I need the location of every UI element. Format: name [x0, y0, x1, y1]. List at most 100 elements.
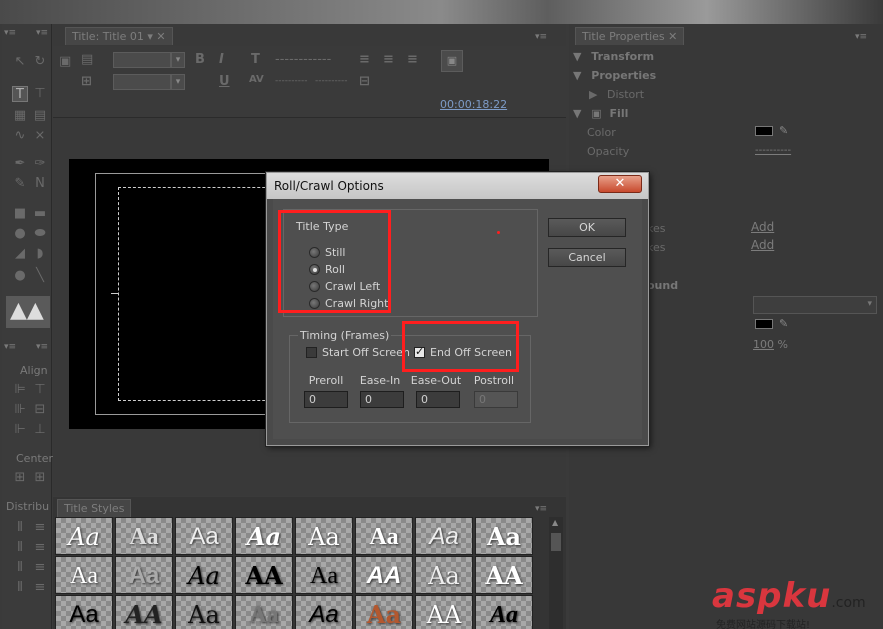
start-off-screen-checkbox[interactable] — [306, 347, 317, 358]
center-horizontal-icon[interactable]: ⊞ — [12, 470, 28, 486]
distribute-center-icon[interactable]: ⫴ — [12, 540, 28, 556]
style-swatch[interactable]: Aa — [235, 517, 293, 555]
fill-checkbox-icon[interactable]: ▣ — [591, 107, 601, 120]
eyedropper-icon[interactable]: ✎ — [779, 124, 788, 137]
rounded-rectangle-tool-icon[interactable]: ● — [12, 226, 28, 242]
style-swatch[interactable]: Aa — [235, 595, 293, 629]
style-swatch[interactable]: AA — [115, 595, 173, 629]
distribute-top-icon[interactable]: ≡ — [32, 520, 48, 536]
underline-icon[interactable]: U — [219, 74, 230, 89]
clipped-rectangle-tool-icon[interactable]: ▬ — [32, 206, 48, 222]
wedge-tool-icon[interactable]: ◢ — [12, 246, 28, 262]
chevron-down-icon[interactable]: ▾ — [171, 74, 185, 90]
italic-icon[interactable]: I — [219, 52, 224, 67]
path-type-tool-icon[interactable]: ∿ — [12, 128, 28, 144]
panel-menu-icon[interactable]: ▾≡ — [4, 342, 18, 352]
align-center-icon[interactable]: ⊪ — [12, 402, 28, 418]
postroll-input[interactable] — [474, 391, 518, 408]
font-family-select[interactable] — [113, 52, 171, 68]
styles-scrollbar[interactable]: ▲ — [549, 517, 563, 629]
new-title-icon[interactable]: ▣ — [59, 54, 71, 69]
style-swatch[interactable]: Aa — [55, 595, 113, 629]
add-inner-stroke-link[interactable]: Add — [751, 220, 774, 234]
rounded-corner-tool-icon[interactable]: ⬬ — [32, 226, 48, 242]
convert-anchor-tool-icon[interactable]: N — [32, 176, 48, 192]
vertical-area-type-tool-icon[interactable]: ▤ — [32, 108, 48, 124]
distribute-bottom-icon[interactable]: ≡ — [32, 560, 48, 576]
type-tool-icon[interactable]: T — [12, 86, 28, 102]
align-top-icon[interactable]: ⊤ — [32, 382, 48, 398]
fill-color-swatch[interactable] — [755, 126, 773, 136]
align-right-text-icon[interactable]: ≡ — [407, 52, 418, 67]
font-size-value-icon[interactable]: ------------ — [275, 52, 331, 67]
add-outer-stroke-link[interactable]: Add — [751, 238, 774, 252]
style-swatch[interactable]: Aa — [175, 556, 233, 594]
center-vertical-icon[interactable]: ⊞ — [32, 470, 48, 486]
distribute-right-icon[interactable]: ⫴ — [12, 560, 28, 576]
style-swatch[interactable]: Aa — [415, 517, 473, 555]
style-swatch[interactable]: Aa — [415, 556, 473, 594]
style-swatch[interactable]: Aa — [355, 595, 413, 629]
dialog-titlebar[interactable]: Roll/Crawl Options ✕ — [267, 173, 648, 199]
radio-crawl-left-button[interactable] — [309, 281, 320, 292]
align-center-text-icon[interactable]: ≡ — [383, 52, 394, 67]
radio-roll-button[interactable] — [309, 264, 320, 275]
timecode-display[interactable]: 00:00:18:22 — [440, 98, 507, 111]
shadow-opacity[interactable]: 100 % — [753, 338, 788, 351]
ease-in-input[interactable] — [360, 391, 404, 408]
ellipse-tool-icon[interactable]: ● — [12, 268, 28, 284]
roll-crawl-icon[interactable]: ▤ — [81, 52, 93, 67]
style-swatch[interactable]: AA — [355, 556, 413, 594]
shadow-opacity-value[interactable]: 100 — [753, 338, 774, 351]
add-anchor-tool-icon[interactable]: ✎ — [12, 176, 28, 192]
close-icon[interactable]: ✕ — [668, 30, 677, 43]
style-swatch[interactable]: Aa — [355, 517, 413, 555]
close-icon[interactable]: ✕ — [156, 30, 165, 43]
radio-crawl-right-button[interactable] — [309, 298, 320, 309]
opacity-value[interactable]: ---------- — [755, 145, 791, 156]
tab-stops-text-icon[interactable]: ⊟ — [359, 74, 370, 89]
transform-section[interactable]: ▼ Transform — [573, 50, 654, 63]
rectangle-tool-icon[interactable]: ■ — [12, 206, 28, 222]
end-off-screen-checkbox[interactable] — [414, 345, 425, 358]
selection-tool-icon[interactable]: ↖ — [12, 54, 28, 70]
font-style-select[interactable] — [113, 74, 171, 90]
align-left-icon[interactable]: ⊫ — [12, 382, 28, 398]
pen-tool-icon[interactable]: ✒ — [12, 156, 28, 172]
show-background-video-icon[interactable]: ▣ — [441, 50, 463, 72]
rotation-tool-icon[interactable]: ↻ — [32, 54, 48, 70]
chevron-down-icon[interactable]: ▾ — [147, 30, 153, 43]
fill-type-select[interactable]: ▾ — [753, 296, 877, 314]
distribute-left-icon[interactable]: ⫴ — [12, 520, 28, 536]
style-swatch[interactable]: Aa — [475, 517, 533, 555]
kerning-icon[interactable]: AV — [249, 74, 264, 85]
vertical-path-type-tool-icon[interactable]: ⨯ — [32, 128, 48, 144]
leading-value-icon[interactable]: ---------- — [315, 76, 347, 86]
distort-section[interactable]: ▶ Distort — [589, 88, 644, 101]
chevron-down-icon[interactable]: ▾ — [171, 52, 185, 68]
align-right-icon[interactable]: ⊩ — [12, 422, 28, 438]
distribute-horizontal-icon[interactable]: ⫴ — [12, 580, 28, 596]
panel-menu-icon[interactable]: ▾≡ — [36, 342, 50, 352]
panel-menu-icon[interactable]: ▾≡ — [535, 504, 549, 514]
align-bottom-icon[interactable]: ⊥ — [32, 422, 48, 438]
radio-still-button[interactable] — [309, 247, 320, 258]
style-swatch[interactable]: AA — [415, 595, 473, 629]
font-size-icon[interactable]: T — [251, 52, 260, 67]
bold-icon[interactable]: B — [195, 52, 205, 67]
scroll-up-icon[interactable]: ▲ — [552, 518, 558, 527]
line-tool-icon[interactable]: ╲ — [32, 268, 48, 284]
panel-menu-icon[interactable]: ▾≡ — [535, 32, 549, 42]
scrollbar-thumb[interactable] — [551, 533, 561, 551]
style-swatch[interactable]: Aa — [175, 595, 233, 629]
panel-menu-icon[interactable]: ▾≡ — [4, 28, 18, 38]
properties-section[interactable]: ▼ Properties — [573, 69, 656, 82]
kerning-value-icon[interactable]: ---------- — [275, 76, 307, 86]
style-swatch[interactable]: Aa — [55, 556, 113, 594]
shadow-color-swatch[interactable] — [755, 319, 773, 329]
arc-tool-icon[interactable]: ◗ — [32, 246, 48, 262]
tab-stops-icon[interactable]: ⊞ — [81, 74, 92, 89]
panel-menu-icon[interactable]: ▾≡ — [855, 32, 869, 42]
style-swatch[interactable]: Aa — [295, 556, 353, 594]
delete-anchor-tool-icon[interactable]: ✑ — [32, 156, 48, 172]
